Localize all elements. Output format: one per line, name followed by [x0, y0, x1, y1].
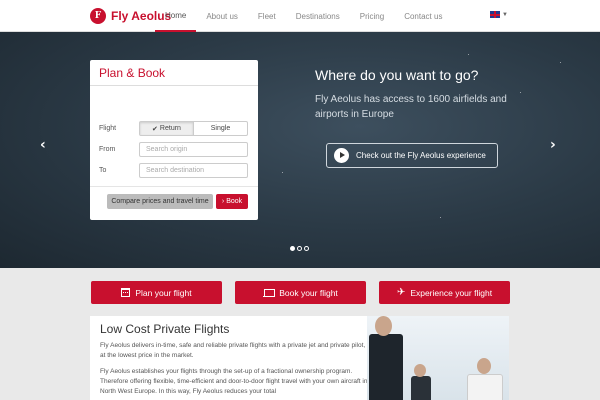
- plan-flight-label: Plan your flight: [135, 287, 192, 298]
- intro-paragraph-1: Fly Aeolus delivers in-time, safe and re…: [100, 342, 366, 359]
- laptop-icon: [263, 288, 276, 297]
- brand-logo-icon: F: [90, 8, 106, 24]
- nav-fleet[interactable]: Fleet: [248, 0, 286, 32]
- nav-home[interactable]: Home: [155, 0, 197, 32]
- flight-type-toggle: ✔ Return Single: [139, 121, 248, 136]
- hero-subtitle: Fly Aeolus has access to 1600 airfields …: [315, 94, 507, 120]
- experience-flight-label: Experience your flight: [410, 287, 493, 298]
- book-flight-label: Book your flight: [279, 287, 338, 298]
- compare-prices-button[interactable]: Compare prices and travel time: [107, 194, 213, 209]
- panel-title: Plan & Book: [90, 60, 258, 86]
- carousel-next-arrow-icon[interactable]: ›: [550, 137, 556, 153]
- carousel-prev-arrow-icon[interactable]: ‹: [40, 137, 46, 153]
- main-nav: Home About us Fleet Destinations Pricing…: [155, 0, 452, 32]
- flight-label: Flight: [99, 125, 117, 132]
- from-label: From: [99, 146, 116, 153]
- experience-video-button[interactable]: Check out the Fly Aeolus experience: [326, 143, 498, 168]
- nav-pricing[interactable]: Pricing: [350, 0, 394, 32]
- nav-about-us[interactable]: About us: [196, 0, 248, 32]
- intro-section: Low Cost Private Flights Fly Aeolus deli…: [90, 316, 509, 400]
- origin-input[interactable]: Search origin: [139, 142, 248, 157]
- book-label: Book: [226, 198, 243, 205]
- carousel-dot-1[interactable]: [290, 246, 295, 251]
- intro-paragraph-2: Fly Aeolus establishes your flights thro…: [100, 368, 368, 395]
- book-button[interactable]: › Book: [216, 194, 248, 209]
- to-label: To: [99, 167, 107, 174]
- nav-destinations[interactable]: Destinations: [286, 0, 350, 32]
- language-selector[interactable]: ▼: [490, 11, 508, 18]
- section-title: Low Cost Private Flights: [100, 322, 230, 336]
- top-navbar: F Fly Aeolus Home About us Fleet Destina…: [0, 0, 600, 32]
- carousel-dot-2[interactable]: [297, 246, 302, 251]
- panel-divider: [90, 186, 258, 187]
- return-label: Return: [159, 125, 181, 132]
- plan-flight-button[interactable]: Plan your flight: [91, 281, 222, 304]
- hero-carousel: ‹ › Plan & Book Flight ✔ Return Single Fr…: [0, 32, 600, 268]
- play-icon: [334, 148, 349, 163]
- caret-down-icon: ▼: [502, 11, 508, 18]
- plan-book-panel: Plan & Book Flight ✔ Return Single From S…: [90, 60, 258, 220]
- check-icon: ✔: [152, 125, 158, 133]
- destination-input[interactable]: Search destination: [139, 163, 248, 178]
- hero-title: Where do you want to go?: [315, 67, 479, 83]
- single-option[interactable]: Single: [194, 122, 247, 135]
- plane-icon: ✈: [396, 287, 406, 298]
- nav-contact-us[interactable]: Contact us: [394, 0, 452, 32]
- uk-flag-icon: [490, 11, 500, 18]
- carousel-dot-3[interactable]: [304, 246, 309, 251]
- experience-label: Check out the Fly Aeolus experience: [356, 151, 486, 160]
- calendar-icon: [121, 288, 131, 297]
- experience-flight-button[interactable]: ✈ Experience your flight: [379, 281, 510, 304]
- return-option[interactable]: ✔ Return: [140, 122, 194, 135]
- chevron-right-icon: ›: [221, 198, 225, 205]
- book-flight-button[interactable]: Book your flight: [235, 281, 366, 304]
- pilots-photo: [367, 316, 509, 400]
- carousel-indicators: [290, 246, 311, 251]
